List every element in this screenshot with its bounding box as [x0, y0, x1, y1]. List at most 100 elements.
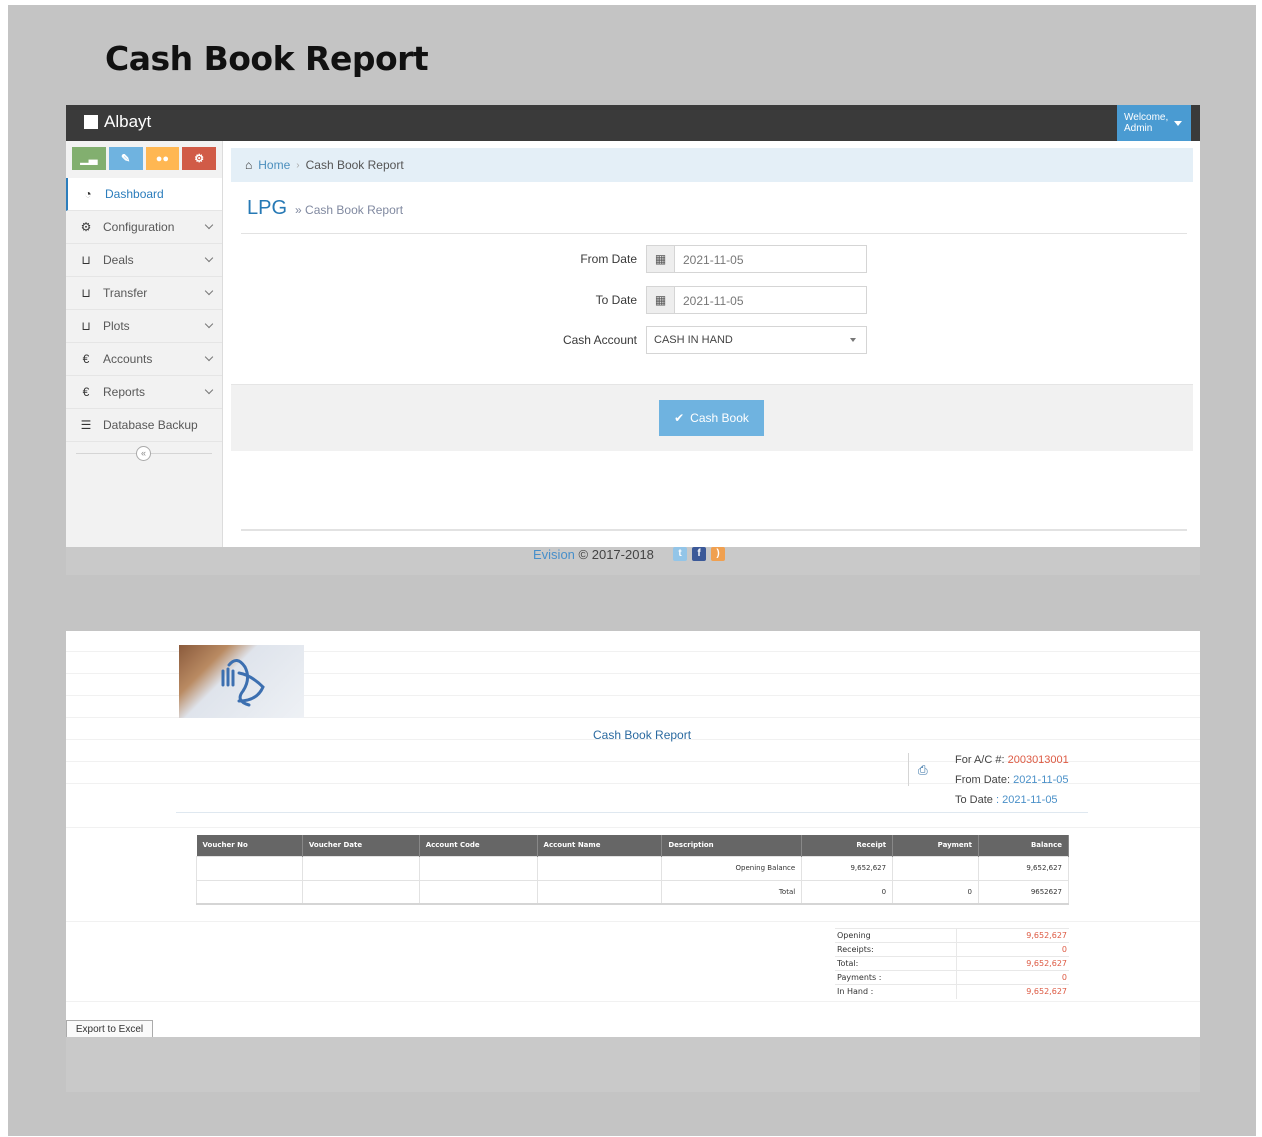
euro-icon: € — [82, 385, 90, 399]
user-menu-button[interactable]: Welcome, Admin — [1117, 105, 1191, 141]
chevron-down-icon — [204, 220, 214, 230]
sidebar-item-reports[interactable]: € Reports — [66, 376, 222, 409]
footer-social-links: t f ) — [673, 547, 725, 561]
column-header: Voucher Date — [302, 835, 420, 856]
canvas-background: Cash Book Report Albayt Welcome, Admin ▁… — [8, 5, 1256, 1136]
table-cell — [301, 879, 420, 905]
sidebar-item-label: Deals — [103, 253, 134, 267]
table-cell: 9652627 — [978, 879, 1069, 905]
summary-label: Payments : — [835, 970, 957, 985]
account-number-line: For A/C #: 2003013001 — [955, 754, 1069, 766]
from-date-label: From Date — [580, 252, 637, 266]
rss-icon[interactable]: ) — [711, 547, 725, 561]
twitter-icon[interactable]: t — [673, 547, 687, 561]
summary-value: 9,652,627 — [956, 956, 1069, 971]
divider — [241, 529, 1187, 531]
cash-account-select[interactable]: CASH IN HAND — [646, 326, 867, 354]
summary-row: Payments : 0 — [835, 970, 1069, 985]
sidebar-item-label: Accounts — [103, 352, 153, 366]
sidebar-item-label: Reports — [103, 385, 146, 399]
sidebar-item-configuration[interactable]: ⚙ Configuration — [66, 211, 222, 244]
to-date-label: To Date — [595, 293, 637, 307]
collapse-sidebar-icon[interactable]: « — [136, 446, 151, 461]
column-header: Voucher No — [196, 835, 303, 856]
to-date-line: To Date : 2021-11-05 — [955, 794, 1058, 806]
table-cell: 9,652,627 — [801, 855, 894, 881]
to-date-label: To Date — [955, 794, 993, 806]
chevron-down-icon — [204, 253, 214, 263]
facebook-icon[interactable]: f — [692, 547, 706, 561]
breadcrumb-current: Cash Book Report — [305, 158, 404, 172]
cogs-icon: ⚙ — [194, 153, 205, 165]
breadcrumb-separator-icon: › — [296, 159, 300, 171]
divider — [66, 921, 1200, 922]
to-date-row: To Date ▦ 2021-11-05 — [231, 286, 1193, 316]
brand-icon — [84, 115, 98, 129]
footer-brand-link[interactable]: Evision — [533, 547, 575, 562]
users-icon: ●● — [155, 152, 170, 165]
chevron-down-icon — [204, 286, 214, 296]
euro-icon: € — [82, 352, 90, 366]
cash-account-value: CASH IN HAND — [654, 334, 733, 346]
summary-label: Opening — [835, 928, 957, 943]
print-icon[interactable]: ⎙ — [918, 763, 928, 778]
brand[interactable]: Albayt — [84, 112, 151, 132]
from-date-line: From Date: 2021-11-05 — [955, 774, 1069, 786]
summary-row: Receipts: 0 — [835, 942, 1069, 957]
home-icon: ⌂ — [245, 158, 253, 172]
account-number: 2003013001 — [1007, 754, 1069, 766]
summary-value: 9,652,627 — [956, 928, 1069, 943]
summary-row: Total: 9,652,627 — [835, 956, 1069, 971]
footer-copyright: © 2017-2018 — [578, 547, 654, 562]
report-screenshot: Cash Book Report ⎙ For A/C #: 2003013001… — [66, 631, 1200, 1040]
to-date-input[interactable]: ▦ 2021-11-05 — [646, 286, 867, 314]
cash-book-button[interactable]: ✔ Cash Book — [659, 400, 764, 436]
form-screenshot: Albayt Welcome, Admin ▁▃ ✎ ●● ⚙ ◔ Dashbo… — [66, 105, 1200, 575]
to-date-value: 2021-11-05 — [683, 294, 744, 308]
company-logo — [179, 645, 304, 718]
sidebar-item-label: Transfer — [103, 286, 148, 300]
sidebar-item-deals[interactable]: ⊔ Deals — [66, 244, 222, 277]
summary-label: Total: — [835, 956, 957, 971]
from-date-label: From Date: — [955, 774, 1011, 786]
column-header: Description — [661, 835, 803, 856]
breadcrumb-home-link[interactable]: Home — [258, 158, 290, 172]
table-cell — [536, 879, 663, 905]
cash-book-button-label: Cash Book — [690, 411, 749, 425]
shortcut-users-button[interactable]: ●● — [145, 147, 180, 170]
sidebar-item-label: Database Backup — [103, 418, 198, 432]
divider — [241, 233, 1187, 234]
table-cell — [301, 855, 420, 881]
from-date-row: From Date ▦ 2021-11-05 — [231, 245, 1193, 275]
from-date-input[interactable]: ▦ 2021-11-05 — [646, 245, 867, 273]
shortcut-cogs-button[interactable]: ⚙ — [182, 147, 216, 170]
sidebar-item-dashboard[interactable]: ◔ Dashboard — [66, 178, 222, 211]
divider — [66, 827, 1200, 828]
summary-value: 9,652,627 — [956, 984, 1069, 999]
from-date-value: 2021-11-05 — [1013, 774, 1069, 786]
sidebar-item-plots[interactable]: ⊔ Plots — [66, 310, 222, 343]
table-header-row: Voucher No Voucher Date Account Code Acc… — [196, 835, 1069, 856]
caret-down-icon — [1174, 121, 1182, 126]
sidebar-item-transfer[interactable]: ⊔ Transfer — [66, 277, 222, 310]
sidebar-item-accounts[interactable]: € Accounts — [66, 343, 222, 376]
table-cell: 9,652,627 — [978, 855, 1069, 881]
sidebar-item-database-backup[interactable]: ☰ Database Backup — [66, 409, 222, 442]
cash-account-label: Cash Account — [562, 333, 637, 347]
chevron-down-icon — [204, 352, 214, 362]
shortcut-chart-button[interactable]: ▁▃ — [72, 147, 106, 170]
summary-label: Receipts: — [835, 942, 957, 957]
calendar-icon: ▦ — [647, 246, 675, 272]
report-title: Cash Book Report — [593, 728, 692, 742]
sidebar-shortcuts: ▁▃ ✎ ●● ⚙ — [66, 141, 222, 170]
summary-value: 0 — [956, 942, 1069, 957]
cart-icon: ⊔ — [81, 253, 91, 267]
cash-book-table: Voucher No Voucher Date Account Code Acc… — [196, 835, 1069, 905]
shortcut-pencil-button[interactable]: ✎ — [108, 147, 143, 170]
form-actions: ✔ Cash Book — [231, 384, 1193, 451]
table-cell — [196, 855, 303, 881]
table-cell: Opening Balance — [661, 855, 803, 881]
summary-label: In Hand : — [835, 984, 957, 999]
table-cell — [196, 879, 303, 905]
table-row: Total 0 0 9652627 — [196, 879, 1069, 905]
